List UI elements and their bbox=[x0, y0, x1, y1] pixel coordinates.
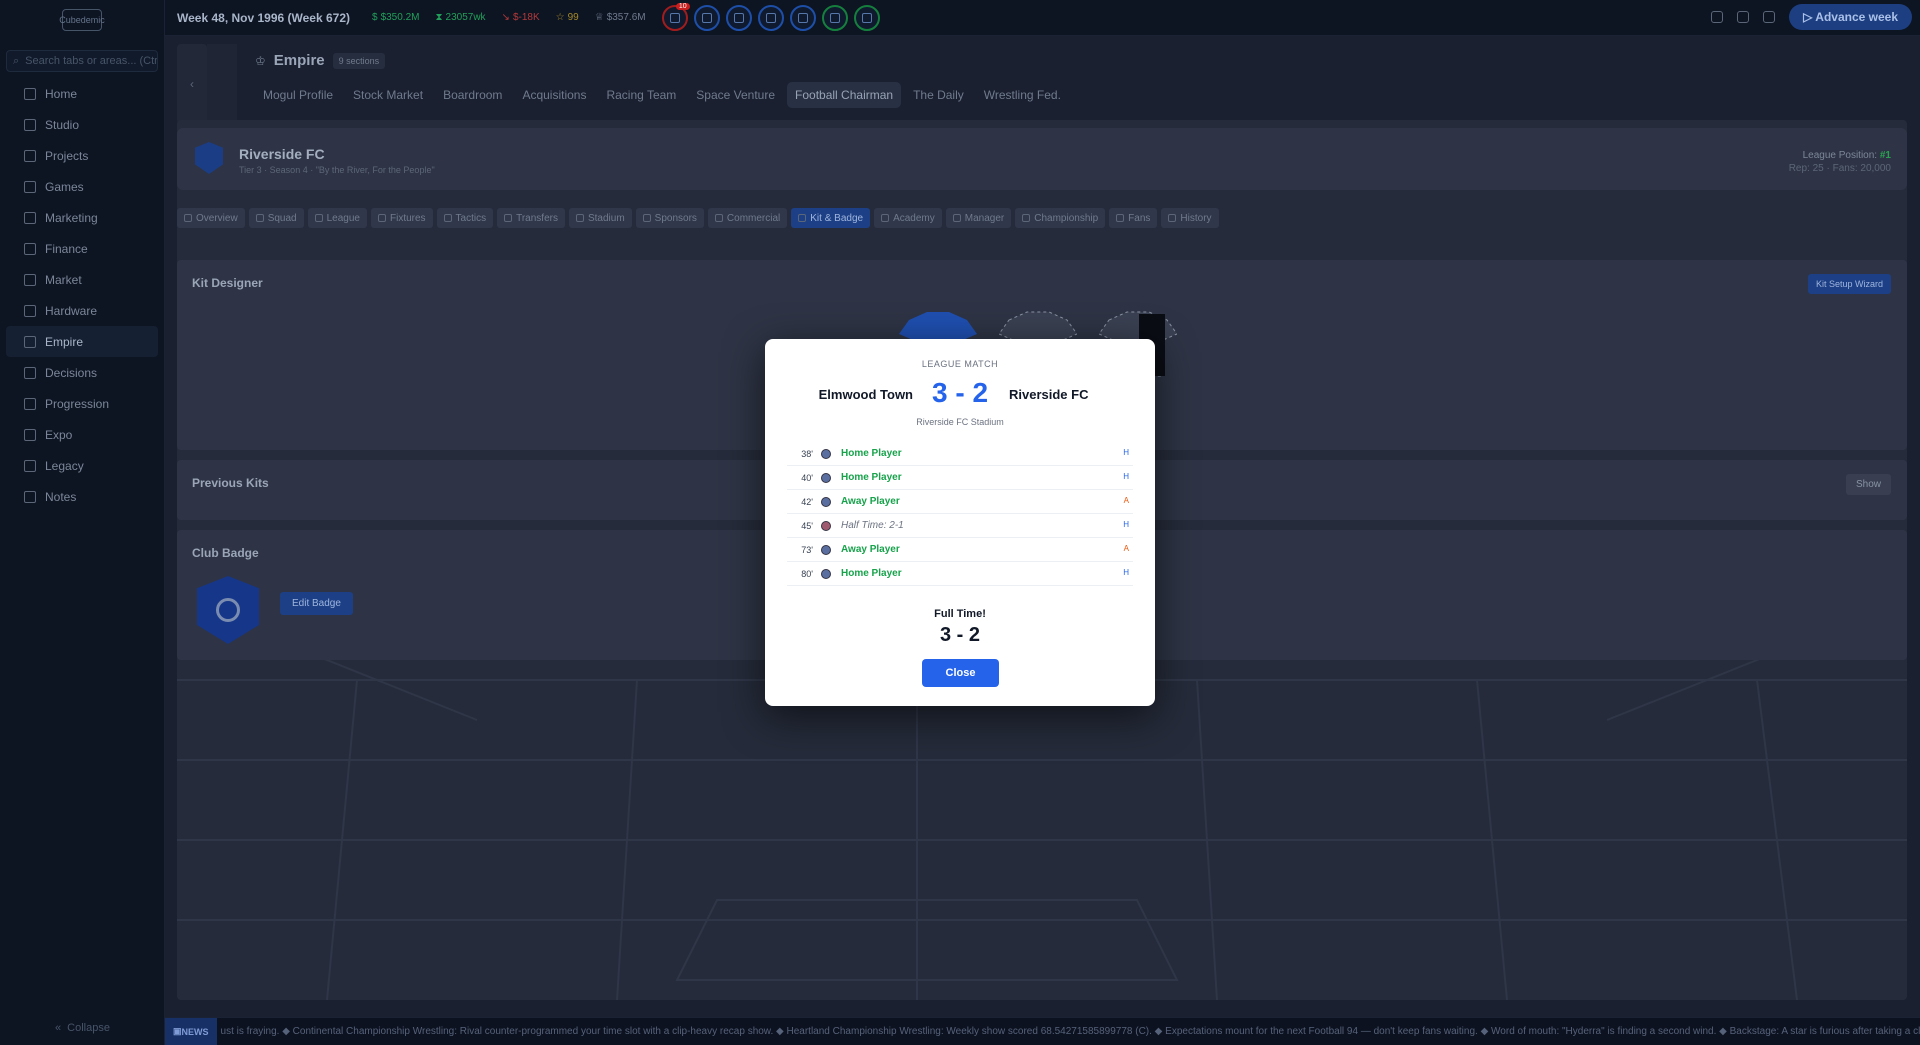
full-time-label: Full Time! bbox=[934, 608, 986, 620]
away-team: Riverside FC bbox=[1009, 387, 1089, 402]
football-icon bbox=[821, 448, 831, 459]
event-side: H bbox=[1123, 472, 1129, 481]
football-icon bbox=[821, 472, 831, 483]
event-row: 40' Home Player H bbox=[787, 466, 1133, 490]
event-text: Away Player bbox=[841, 544, 900, 555]
match-result-modal: LEAGUE MATCH Elmwood Town 3 - 2 Riversid… bbox=[765, 339, 1155, 706]
event-minute: 40' bbox=[801, 472, 813, 483]
match-events: 38' Home Player H 40' Home Player H 42' Away Pl… bbox=[787, 442, 1133, 586]
event-side: H bbox=[1123, 568, 1129, 577]
venue: Riverside FC Stadium bbox=[916, 417, 1004, 427]
event-minute: 80' bbox=[801, 568, 813, 579]
event-minute: 73' bbox=[801, 544, 813, 555]
whistle-icon bbox=[821, 520, 831, 531]
event-text: Half Time: 2-1 bbox=[841, 520, 904, 531]
match-score: 3 - 2 bbox=[931, 377, 989, 408]
event-side: A bbox=[1123, 544, 1129, 553]
event-text: Away Player bbox=[841, 496, 900, 507]
football-icon bbox=[821, 496, 831, 507]
event-row: 73' Away Player A bbox=[787, 538, 1133, 562]
event-row: 80' Home Player H bbox=[787, 562, 1133, 586]
event-side: A bbox=[1123, 496, 1129, 505]
football-icon bbox=[821, 544, 831, 555]
full-time-score: 3 - 2 bbox=[939, 624, 981, 646]
home-team: Elmwood Town bbox=[818, 387, 913, 402]
event-side: H bbox=[1123, 448, 1129, 457]
event-minute: 42' bbox=[801, 496, 813, 507]
event-text: Home Player bbox=[841, 448, 902, 459]
event-text: Home Player bbox=[841, 472, 902, 483]
event-row: 42' Away Player A bbox=[787, 490, 1133, 514]
event-minute: 45' bbox=[801, 520, 813, 531]
event-side: H bbox=[1123, 520, 1129, 529]
event-row: 45' Half Time: 2-1 H bbox=[787, 514, 1133, 538]
close-button[interactable]: Close bbox=[922, 659, 999, 687]
match-type-label: LEAGUE MATCH bbox=[921, 359, 999, 369]
event-minute: 38' bbox=[801, 448, 813, 459]
football-icon bbox=[821, 568, 831, 579]
event-text: Home Player bbox=[841, 568, 902, 579]
event-row: 38' Home Player H bbox=[787, 442, 1133, 466]
